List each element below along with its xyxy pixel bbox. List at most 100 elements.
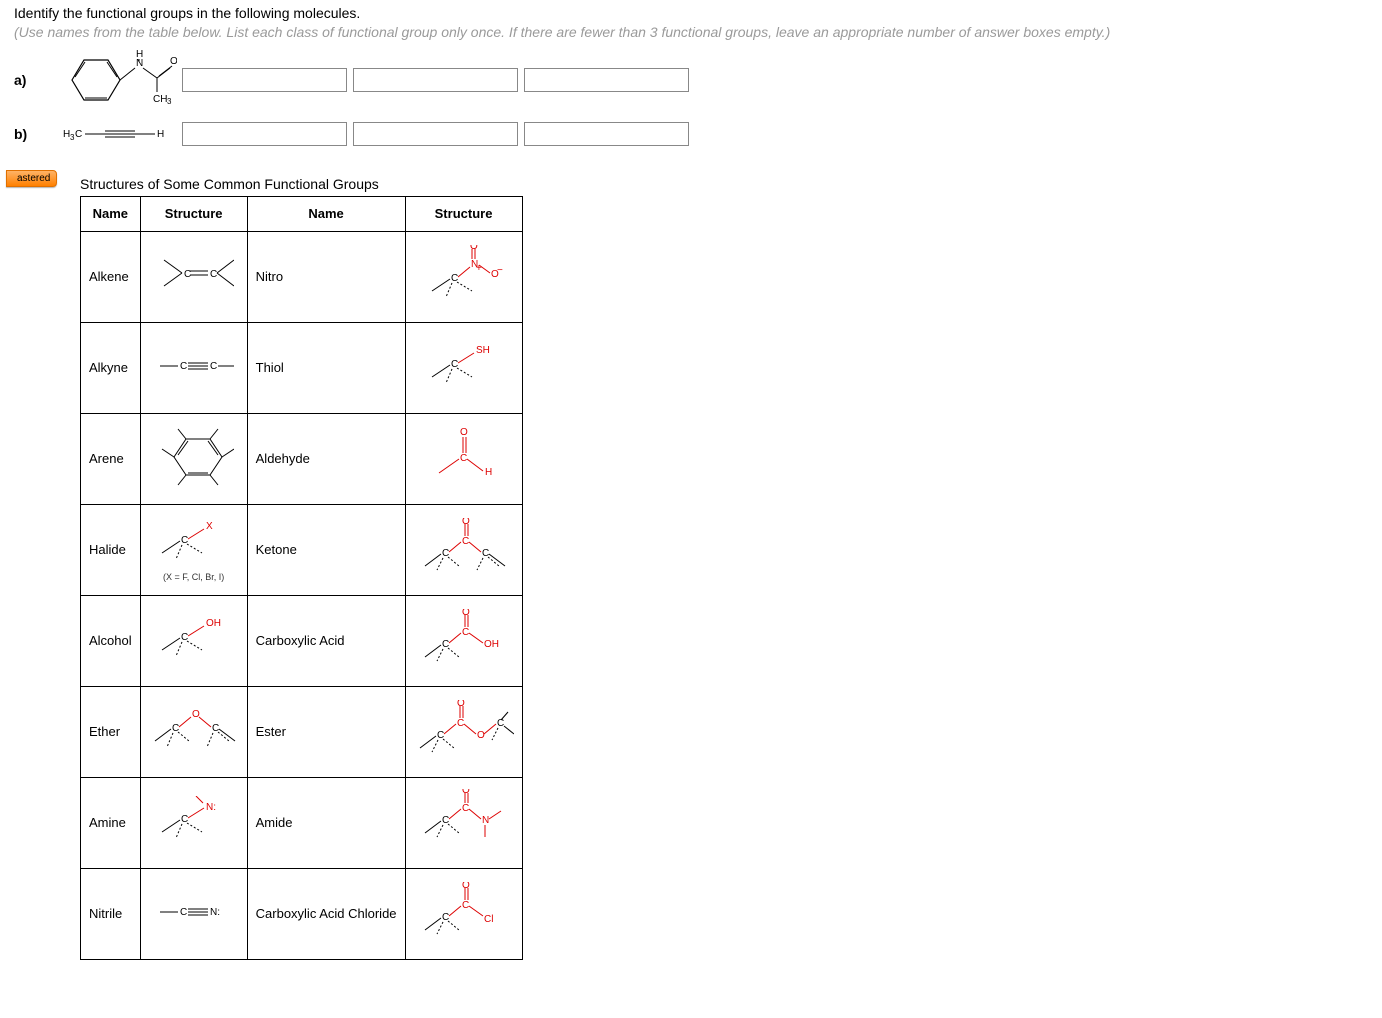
svg-text:O: O (462, 518, 470, 527)
table-title: Structures of Some Common Functional Gro… (80, 176, 1382, 192)
fg-structure: CCOOC (405, 686, 522, 777)
th-struct-2: Structure (405, 196, 522, 231)
svg-text:CH: CH (153, 94, 167, 105)
svg-text:O: O (170, 56, 177, 67)
table-row: HalideCX(X = F, Cl, Br, I)KetoneCCOC (81, 504, 523, 595)
table-row: NitrileCN:Carboxylic Acid ChlorideCCOCl (81, 868, 523, 959)
fg-name: Nitro (247, 231, 405, 322)
svg-text:C: C (462, 900, 469, 911)
table-row: Arene Aldehyde C O H (81, 413, 523, 504)
part-label-a: a) (14, 72, 52, 88)
answer-b-2[interactable] (353, 122, 518, 146)
svg-text:O: O (470, 245, 478, 252)
fg-structure: COC (140, 686, 247, 777)
svg-text:O: O (457, 700, 465, 709)
fg-name: Thiol (247, 322, 405, 413)
fg-name: Amide (247, 777, 405, 868)
fg-structure: CCOOH (405, 595, 522, 686)
functional-groups-table: Name Structure Name Structure AlkeneCCNi… (80, 196, 523, 960)
fg-structure: CC (140, 231, 247, 322)
svg-text:N:: N: (210, 907, 220, 918)
table-row: EtherCOCEsterCCOOC (81, 686, 523, 777)
fg-name: Halide (81, 504, 141, 595)
question-title: Identify the functional groups in the fo… (14, 5, 360, 21)
svg-text:OH: OH (484, 639, 499, 650)
fg-structure: CC (140, 322, 247, 413)
fg-structure: CSH (405, 322, 522, 413)
table-row: AmineCN:AmideCCON (81, 777, 523, 868)
answer-inputs-a (182, 68, 689, 92)
svg-text:C: C (180, 361, 187, 372)
mastered-tab[interactable]: astered (6, 170, 57, 187)
question-hint: (Use names from the table below. List ea… (14, 24, 1110, 40)
table-row: AlkyneCCThiolCSH (81, 322, 523, 413)
svg-text:H: H (485, 467, 492, 478)
fg-name: Alkyne (81, 322, 141, 413)
table-row: AlkeneCCNitroCN+OO− (81, 231, 523, 322)
fg-name: Amine (81, 777, 141, 868)
question-text: Identify the functional groups in the fo… (14, 4, 1382, 42)
answer-inputs-b (182, 122, 689, 146)
question-row-b: b) H3C H (14, 120, 1382, 148)
th-struct-1: Structure (140, 196, 247, 231)
fg-structure: CN+OO− (405, 231, 522, 322)
fg-structure: CN: (140, 777, 247, 868)
svg-text:+: + (476, 263, 482, 274)
svg-text:H: H (157, 129, 164, 140)
molecule-b: H3C H (52, 120, 182, 148)
svg-text:SH: SH (476, 345, 490, 356)
svg-text:C: C (457, 718, 464, 729)
answer-b-1[interactable] (182, 122, 347, 146)
fg-name: Ester (247, 686, 405, 777)
svg-text:N: N (482, 815, 489, 826)
th-name-1: Name (81, 196, 141, 231)
fg-structure: COH (140, 595, 247, 686)
fg-structure: CCOCl (405, 868, 522, 959)
svg-text:3: 3 (167, 97, 172, 106)
fg-name: Nitrile (81, 868, 141, 959)
fg-name: Alcohol (81, 595, 141, 686)
answer-a-2[interactable] (353, 68, 518, 92)
answer-b-3[interactable] (524, 122, 689, 146)
svg-text:O: O (462, 789, 470, 796)
svg-text:C: C (75, 129, 82, 140)
svg-text:O: O (192, 709, 200, 720)
svg-text:X: X (206, 521, 213, 532)
question-row-a: a) N H O CH3 (14, 50, 1382, 110)
fg-name: Aldehyde (247, 413, 405, 504)
svg-text:C: C (210, 269, 217, 280)
svg-text:O: O (462, 609, 470, 618)
table-header-row: Name Structure Name Structure (81, 196, 523, 231)
svg-text:O: O (460, 427, 468, 438)
svg-text:C: C (210, 361, 217, 372)
svg-text:N:: N: (206, 802, 216, 813)
answer-a-3[interactable] (524, 68, 689, 92)
svg-text:C: C (460, 453, 467, 464)
svg-text:C: C (462, 536, 469, 547)
svg-text:H: H (136, 50, 143, 60)
part-label-b: b) (14, 126, 52, 142)
fg-structure: CCOC (405, 504, 522, 595)
fg-name: Carboxylic Acid Chloride (247, 868, 405, 959)
fg-name: Carboxylic Acid (247, 595, 405, 686)
svg-text:OH: OH (206, 618, 221, 629)
svg-text:C: C (180, 907, 187, 918)
fg-name: Arene (81, 413, 141, 504)
table-row: AlcoholCOHCarboxylic AcidCCOOH (81, 595, 523, 686)
fg-structure: C N: (140, 868, 247, 959)
fg-name: Alkene (81, 231, 141, 322)
svg-text:O: O (462, 882, 470, 891)
svg-text:C: C (497, 718, 504, 729)
answer-a-1[interactable] (182, 68, 347, 92)
molecule-a: N H O CH3 (52, 50, 182, 110)
svg-text:C: C (462, 803, 469, 814)
fg-structure: C O H (405, 413, 522, 504)
fg-structure: CX(X = F, Cl, Br, I) (140, 504, 247, 595)
svg-text:O: O (477, 730, 485, 741)
fg-structure: CCON (405, 777, 522, 868)
svg-text:Cl: Cl (484, 914, 493, 925)
svg-text:C: C (462, 627, 469, 638)
fg-structure (140, 413, 247, 504)
svg-text:−: − (497, 265, 503, 276)
th-name-2: Name (247, 196, 405, 231)
